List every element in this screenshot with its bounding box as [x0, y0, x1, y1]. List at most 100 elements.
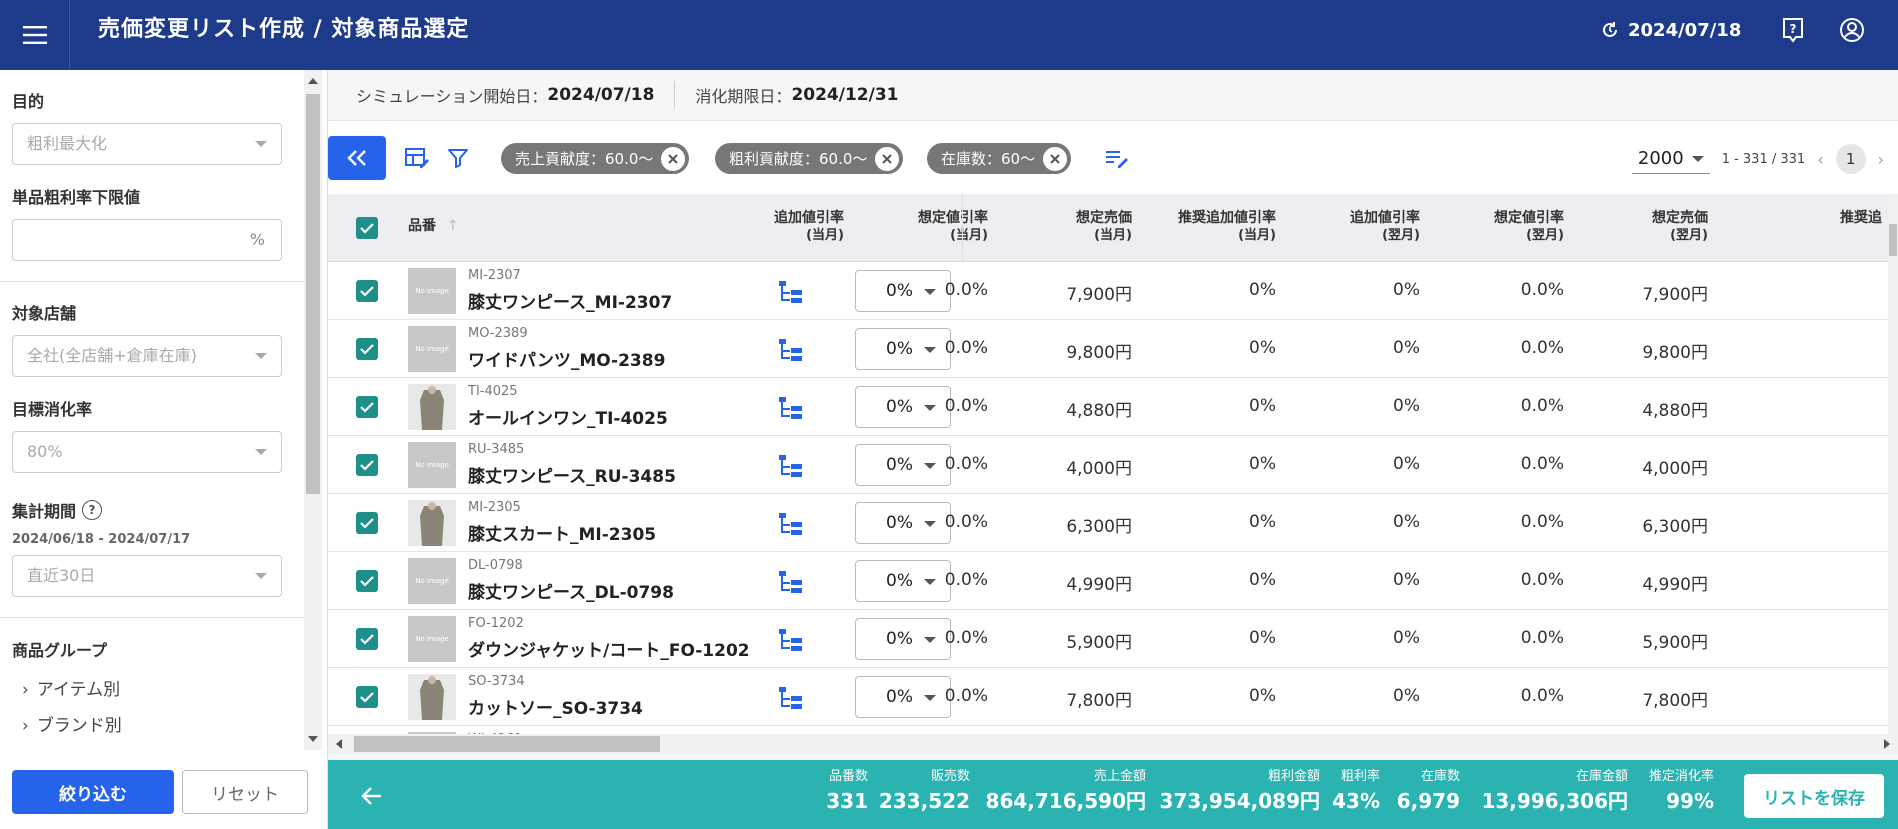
row-checkbox[interactable]: [356, 686, 378, 708]
page-size-select[interactable]: 2000: [1631, 144, 1710, 174]
table-row[interactable]: SO-3734 カットソー_SO-3734 0% 0.0% 7,800円 0% 0% 0.0%…: [328, 668, 1898, 726]
help-button[interactable]: ?: [1777, 14, 1809, 46]
row-checkbox[interactable]: [356, 280, 378, 302]
hierarchy-icon[interactable]: [778, 512, 804, 536]
add-markdown-select[interactable]: 0%: [855, 328, 951, 370]
cell-est-markdown-next: 0.0%: [1520, 280, 1564, 300]
hierarchy-icon[interactable]: [778, 454, 804, 478]
col-header-rec-add-next[interactable]: 推奨追: [1840, 210, 1882, 227]
target-rate-select[interactable]: 80%: [12, 431, 282, 473]
period-label-row: 集計期間 ?: [12, 498, 103, 522]
summary-stat-value: 331: [826, 789, 868, 813]
hierarchy-icon[interactable]: [778, 628, 804, 652]
col-header-rec-add-markdown[interactable]: 推奨追加値引率 (当月): [1178, 210, 1276, 244]
scrollbar-thumb[interactable]: [354, 736, 660, 752]
apply-filter-button[interactable]: 絞り込む: [12, 770, 174, 814]
add-markdown-select[interactable]: 0%: [855, 502, 951, 544]
table-row[interactable]: No image MO-2389 ワイドパンツ_MO-2389 0% 0.0% 9,800…: [328, 320, 1898, 378]
hierarchy-icon[interactable]: [778, 686, 804, 710]
col-header-add-markdown[interactable]: 追加値引率 (当月): [774, 210, 844, 244]
col-header-sku[interactable]: 品番 ↑: [408, 218, 459, 235]
add-markdown-select[interactable]: 0%: [855, 676, 951, 718]
col-header-est-markdown[interactable]: 想定値引率 (当月): [918, 210, 988, 244]
col-header-add-markdown-next[interactable]: 追加値引率 (翌月): [1350, 210, 1420, 244]
cell-rec-add-markdown: 0%: [1249, 686, 1276, 706]
scroll-up-icon[interactable]: [308, 78, 318, 84]
add-markdown-select[interactable]: 0%: [855, 618, 951, 660]
col-header-est-price[interactable]: 想定売価 (当月): [1076, 210, 1132, 244]
hierarchy-icon[interactable]: [778, 280, 804, 304]
close-icon[interactable]: [875, 146, 900, 171]
scrollbar-thumb[interactable]: [1889, 224, 1897, 256]
hierarchy-icon[interactable]: [778, 338, 804, 362]
edit-filter-button[interactable]: [1102, 143, 1132, 173]
filter-chip-stock[interactable]: 在庫数：60〜: [927, 143, 1072, 174]
scrollbar-thumb[interactable]: [306, 94, 320, 494]
row-checkbox[interactable]: [356, 338, 378, 360]
column-settings-button[interactable]: [402, 143, 432, 173]
col-header-est-markdown-next[interactable]: 想定値引率 (翌月): [1494, 210, 1564, 244]
product-name[interactable]: 膝丈ワンピース_RU-3485: [468, 462, 676, 487]
account-button[interactable]: [1836, 14, 1868, 46]
grid-horizontal-scrollbar[interactable]: [328, 734, 1898, 754]
add-markdown-select[interactable]: 0%: [855, 386, 951, 428]
add-markdown-select[interactable]: 0%: [855, 270, 951, 312]
reset-button[interactable]: リセット: [182, 770, 308, 814]
row-checkbox[interactable]: [356, 396, 378, 418]
filter-button[interactable]: [443, 143, 473, 173]
table-row[interactable]: WI-4261: [328, 726, 1898, 734]
product-name[interactable]: カットソー_SO-3734: [468, 694, 643, 719]
collapse-sidebar-button[interactable]: [328, 136, 386, 180]
scroll-left-icon[interactable]: [336, 739, 342, 749]
sort-ascending-icon[interactable]: ↑: [447, 218, 459, 234]
purpose-select[interactable]: 粗利最大化: [12, 123, 282, 165]
row-checkbox[interactable]: [356, 454, 378, 476]
hierarchy-icon[interactable]: [778, 396, 804, 420]
hierarchy-icon[interactable]: [778, 570, 804, 594]
scroll-down-icon[interactable]: [308, 736, 318, 742]
filter-chip-margin[interactable]: 粗利貢献度：60.0〜: [715, 143, 904, 174]
store-select[interactable]: 全社(全店舗+倉庫在庫): [12, 335, 282, 377]
summary-stat-value: 864,716,590円: [985, 789, 1146, 813]
product-name[interactable]: ダウンジャケット/コート_FO-1202: [468, 636, 750, 661]
close-icon[interactable]: [1043, 146, 1068, 171]
select-all-checkbox[interactable]: [356, 217, 378, 239]
row-checkbox[interactable]: [356, 628, 378, 650]
table-row[interactable]: No image RU-3485 膝丈ワンピース_RU-3485 0% 0.0% 4,00…: [328, 436, 1898, 494]
cell-est-price-next: 7,900円: [1642, 285, 1708, 305]
table-row[interactable]: No image FO-1202 ダウンジャケット/コート_FO-1202 0% 0.0…: [328, 610, 1898, 668]
min-margin-input[interactable]: %: [12, 219, 282, 261]
sidebar-scrollbar[interactable]: [304, 70, 322, 750]
filter-chip-sales[interactable]: 売上貢献度：60.0〜: [501, 143, 690, 174]
table-row[interactable]: No image MI-2307 膝丈ワンピース_MI-2307 0% 0.0% 7,90…: [328, 262, 1898, 320]
tree-item-brand[interactable]: › ブランド別: [22, 711, 122, 736]
chevron-down-icon: [255, 449, 267, 455]
table-row[interactable]: MI-2305 膝丈スカート_MI-2305 0% 0.0% 6,300円 0% 0% 0.0…: [328, 494, 1898, 552]
add-markdown-select[interactable]: 0%: [855, 444, 951, 486]
row-checkbox[interactable]: [356, 570, 378, 592]
back-button[interactable]: [356, 780, 388, 812]
close-icon[interactable]: [661, 146, 686, 171]
product-name[interactable]: オールインワン_TI-4025: [468, 404, 668, 429]
scroll-right-icon[interactable]: [1884, 739, 1890, 749]
product-name[interactable]: ワイドパンツ_MO-2389: [468, 346, 665, 371]
product-name[interactable]: 膝丈ワンピース_DL-0798: [468, 578, 674, 603]
prev-page-button[interactable]: ‹: [1817, 150, 1823, 169]
add-markdown-select[interactable]: 0%: [855, 560, 951, 602]
product-name[interactable]: 膝丈ワンピース_MI-2307: [468, 288, 672, 313]
table-row[interactable]: TI-4025 オールインワン_TI-4025 0% 0.0% 4,880円 0% 0% 0.…: [328, 378, 1898, 436]
product-name[interactable]: 膝丈スカート_MI-2305: [468, 520, 656, 545]
tree-item-item[interactable]: › アイテム別: [22, 675, 120, 700]
table-row[interactable]: No image DL-0798 膝丈ワンピース_DL-0798 0% 0.0% 4,99…: [328, 552, 1898, 610]
row-checkbox[interactable]: [356, 512, 378, 534]
col-header-est-price-next[interactable]: 想定売価 (翌月): [1652, 210, 1708, 244]
next-page-button[interactable]: ›: [1878, 150, 1884, 169]
grid-vertical-scrollbar[interactable]: [1888, 194, 1898, 734]
cell-est-price: 4,880円: [1066, 401, 1132, 421]
hamburger-menu-button[interactable]: [0, 0, 70, 70]
help-circle-icon[interactable]: ?: [82, 500, 103, 520]
header-date[interactable]: 2024/07/18: [1600, 0, 1741, 60]
current-page[interactable]: 1: [1835, 144, 1866, 174]
period-select[interactable]: 直近30日: [12, 555, 282, 597]
save-list-button[interactable]: リストを保存: [1744, 774, 1884, 818]
